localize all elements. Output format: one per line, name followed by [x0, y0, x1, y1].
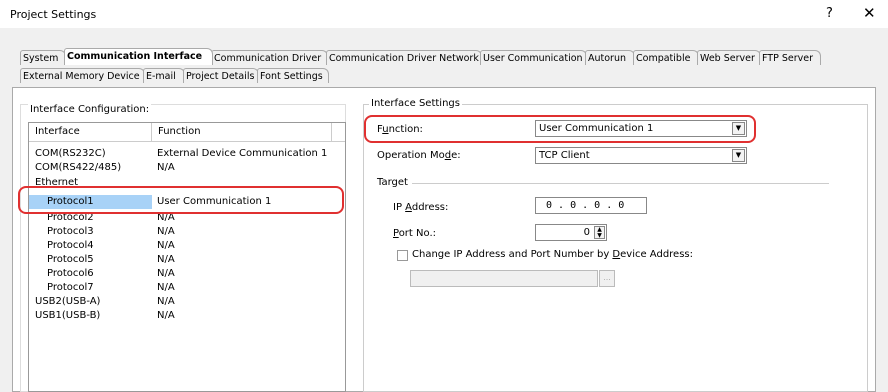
list-item[interactable]: COM(RS232C) External Device Communication…: [29, 147, 345, 161]
list-item[interactable]: Ethernet: [29, 176, 345, 190]
tab-project-details[interactable]: Project Details: [183, 68, 259, 83]
ip-address-label: IP Address:: [393, 202, 449, 213]
ip-address-input[interactable]: 0 . 0 . 0 . 0: [535, 197, 647, 214]
chevron-down-icon[interactable]: ▼: [732, 149, 745, 162]
title-bar: Project Settings ? ✕: [0, 0, 888, 28]
list-item[interactable]: Protocol6 N/A: [29, 267, 345, 281]
port-label: Port No.:: [393, 228, 436, 239]
tab-communication-driver-network[interactable]: Communication Driver Network: [326, 50, 482, 65]
list-item[interactable]: COM(RS422/485) N/A: [29, 161, 345, 175]
list-item[interactable]: USB1(USB-B) N/A: [29, 309, 345, 323]
port-stepper[interactable]: 0 ▲ ▼: [535, 224, 607, 241]
tab-external-memory-device[interactable]: External Memory Device: [20, 68, 145, 83]
chevron-down-icon[interactable]: ▼: [732, 122, 745, 135]
list-item[interactable]: Protocol4 N/A: [29, 239, 345, 253]
tab-system[interactable]: System: [20, 50, 66, 65]
tab-font-settings[interactable]: Font Settings: [257, 68, 329, 83]
tab-email[interactable]: E-mail: [143, 68, 185, 83]
list-item[interactable]: Protocol3 N/A: [29, 225, 345, 239]
function-select[interactable]: User Communication 1 ▼: [535, 120, 747, 137]
tab-web-server[interactable]: Web Server: [697, 50, 761, 65]
tab-ftp-server[interactable]: FTP Server: [759, 50, 821, 65]
tab-communication-driver[interactable]: Communication Driver: [211, 50, 328, 65]
tab-compatible[interactable]: Compatible: [633, 50, 699, 65]
interface-settings-caption: Interface Settings: [369, 98, 462, 109]
list-item[interactable]: USB2(USB-A) N/A: [29, 295, 345, 309]
list-item[interactable]: Protocol2 N/A: [29, 211, 345, 225]
operation-mode-label: Operation Mode:: [377, 150, 461, 161]
list-header: Interface Function: [29, 123, 345, 142]
help-button[interactable]: ?: [826, 6, 833, 21]
change-ip-checkbox[interactable]: [397, 250, 408, 261]
interface-list[interactable]: Interface Function COM(RS232C) External D…: [28, 122, 346, 392]
interface-config-caption: Interface Configuration:: [28, 104, 152, 115]
target-divider: [412, 183, 829, 184]
device-address-field[interactable]: [410, 270, 598, 287]
function-label: Function:: [377, 124, 423, 135]
list-item[interactable]: Protocol7 N/A: [29, 281, 345, 295]
column-header-function[interactable]: Function: [152, 123, 332, 141]
spin-arrows-icon[interactable]: ▲ ▼: [594, 226, 605, 239]
tab-autorun[interactable]: Autorun: [585, 50, 635, 65]
list-item[interactable]: Protocol5 N/A: [29, 253, 345, 267]
operation-mode-select[interactable]: TCP Client ▼: [535, 147, 747, 164]
browse-button[interactable]: ...: [599, 270, 615, 287]
column-header-interface[interactable]: Interface: [29, 123, 152, 141]
tab-communication-interface[interactable]: Communication Interface: [64, 48, 213, 65]
window-title: Project Settings: [10, 8, 97, 21]
change-ip-label: Change IP Address and Port Number by Dev…: [412, 249, 693, 260]
list-item-selected[interactable]: Protocol1 User Communication 1: [29, 195, 345, 209]
target-label: Target: [377, 177, 408, 188]
tab-user-communication[interactable]: User Communication: [480, 50, 587, 65]
close-button[interactable]: ✕: [863, 4, 876, 22]
